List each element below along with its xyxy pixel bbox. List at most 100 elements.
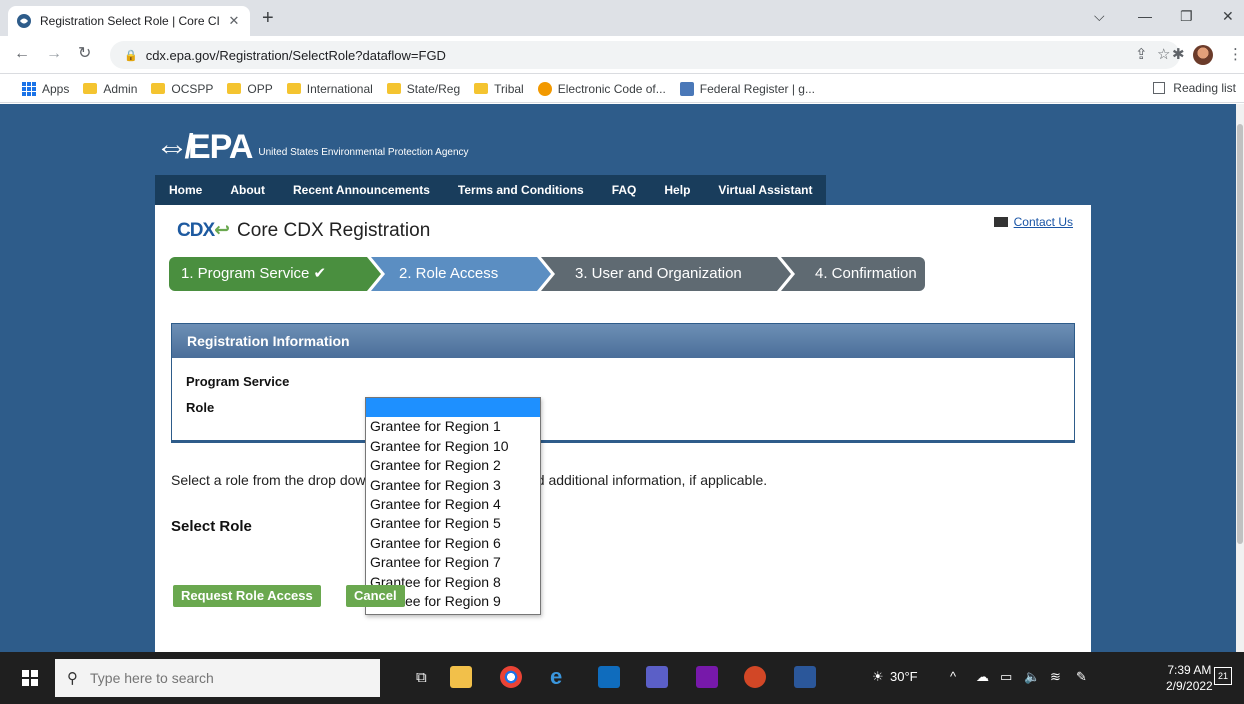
back-arrow-icon[interactable]: ← (14, 46, 30, 62)
nav-faq[interactable]: FAQ (598, 175, 651, 205)
epa-logo[interactable]: ⇎EPA United States Environmental Protect… (155, 128, 469, 166)
scrollbar-thumb[interactable] (1237, 124, 1243, 544)
registration-information-panel: Registration Information Program Service… (171, 323, 1075, 443)
folder-icon (227, 83, 242, 94)
site-nav: Home About Recent Announcements Terms an… (155, 175, 827, 205)
windows-start-icon[interactable] (22, 670, 38, 686)
word-icon[interactable] (794, 666, 816, 688)
request-role-access-button[interactable]: Request Role Access (173, 585, 321, 607)
bookmarks-bar: Apps Admin OCSPP OPP International State… (0, 75, 1244, 103)
bookmark-ocspp[interactable]: OCSPP (151, 82, 213, 96)
reload-icon[interactable]: ↻ (78, 46, 91, 62)
tab-close-icon[interactable]: ✕ (226, 13, 242, 29)
outlook-icon[interactable] (598, 666, 620, 688)
nav-help[interactable]: Help (650, 175, 704, 205)
menu-kebab-icon[interactable]: ⋮ (1228, 47, 1243, 63)
federal-register-icon (679, 81, 694, 96)
restore-icon[interactable]: ❐ (1180, 8, 1193, 25)
tab-title: Registration Select Role | Core CI (40, 14, 220, 28)
close-window-icon[interactable]: ✕ (1222, 8, 1234, 25)
volume-icon[interactable]: 🔈 (1024, 669, 1040, 685)
tray-chevron-up-icon[interactable]: ^ (950, 669, 956, 684)
search-icon: ⚲ (67, 670, 78, 687)
epa-logo-subtitle: United States Environmental Protection A… (258, 147, 469, 158)
dropdown-option-region-1[interactable]: Grantee for Region 1 (366, 417, 540, 436)
battery-icon[interactable]: ▭ (1000, 669, 1012, 685)
contact-us-link[interactable]: Contact Us (1014, 215, 1073, 229)
page-title: CDX↩ Core CDX Registration (177, 219, 430, 242)
dropdown-option-region-4[interactable]: Grantee for Region 4 (366, 495, 540, 514)
taskbar-search[interactable]: ⚲ (55, 659, 380, 697)
epa-favicon-icon (17, 14, 31, 28)
address-bar[interactable]: 🔒 (110, 41, 1180, 69)
notification-center-icon[interactable]: 21 (1214, 667, 1232, 685)
browser-tab[interactable]: Registration Select Role | Core CI ✕ (8, 6, 250, 36)
weather-temperature[interactable]: 30°F (890, 669, 918, 684)
bookmark-opp[interactable]: OPP (227, 82, 273, 96)
teams-icon[interactable] (646, 666, 668, 688)
dropdown-option-region-10[interactable]: Grantee for Region 10 (366, 437, 540, 456)
registration-steps: 1. Program Service ✔ 2. Role Access 3. U… (169, 257, 925, 291)
dropdown-option-region-7[interactable]: Grantee for Region 7 (366, 553, 540, 572)
main-content: CDX↩ Core CDX Registration Contact Us 1.… (155, 205, 1091, 652)
task-view-icon[interactable]: ⧉ (416, 669, 427, 686)
powerpoint-icon[interactable] (744, 666, 766, 688)
bookmark-state-reg[interactable]: State/Reg (386, 82, 460, 96)
url-input[interactable] (145, 47, 946, 63)
contact-us[interactable]: Contact Us (993, 215, 1073, 229)
step-user-and-organization: 3. User and Organization (541, 257, 791, 291)
browser-tab-strip: Registration Select Role | Core CI ✕ + ⌵… (0, 0, 1244, 36)
profile-avatar[interactable] (1193, 45, 1213, 65)
ecfr-icon (537, 81, 552, 96)
internet-explorer-icon[interactable]: e (550, 666, 572, 688)
share-icon[interactable]: ⇪ (1135, 47, 1148, 63)
nav-about[interactable]: About (216, 175, 279, 205)
step-program-service: 1. Program Service ✔ (169, 257, 381, 291)
dropdown-option-region-6[interactable]: Grantee for Region 6 (366, 534, 540, 553)
bookmark-federal-register[interactable]: Federal Register | g... (679, 81, 815, 96)
bookmark-international[interactable]: International (286, 82, 373, 96)
dropdown-option-region-2[interactable]: Grantee for Region 2 (366, 456, 540, 475)
weather-icon[interactable]: ☀ (872, 669, 884, 685)
nav-home[interactable]: Home (155, 175, 216, 205)
onedrive-cloud-icon[interactable]: ☁ (976, 669, 989, 685)
role-label: Role (186, 400, 215, 415)
epa-logo-mark: ⇎EPA (155, 128, 253, 166)
bookmark-ecfr[interactable]: Electronic Code of... (537, 81, 666, 96)
page-viewport: ⇎EPA United States Environmental Protect… (0, 104, 1244, 652)
dropdown-option-region-5[interactable]: Grantee for Region 5 (366, 514, 540, 533)
clock-time: 7:39 AM (1167, 663, 1212, 677)
dropdown-option-blank[interactable] (366, 398, 540, 418)
bookmark-tribal[interactable]: Tribal (474, 82, 524, 96)
forward-arrow-icon[interactable]: → (46, 46, 62, 62)
bookmark-admin[interactable]: Admin (83, 82, 137, 96)
file-explorer-icon[interactable] (450, 666, 472, 688)
taskbar-clock[interactable]: 7:39 AM 2/9/2022 (1166, 662, 1213, 694)
nav-virtual-assistant[interactable]: Virtual Assistant (704, 175, 826, 205)
taskbar-search-input[interactable] (90, 670, 350, 686)
wifi-icon[interactable]: ≋ (1050, 669, 1061, 685)
cdx-logo: CDX↩ (177, 220, 230, 241)
bookmark-star-icon[interactable]: ☆ (1157, 47, 1170, 63)
tab-search-chevron-icon[interactable]: ⌵ (1094, 8, 1105, 25)
cancel-button[interactable]: Cancel (346, 585, 405, 607)
chrome-icon[interactable] (500, 666, 522, 688)
reading-list-icon (1153, 82, 1166, 94)
pen-icon[interactable]: ✎ (1076, 669, 1087, 685)
bookmark-apps[interactable]: Apps (22, 81, 69, 96)
onenote-icon[interactable] (696, 666, 718, 688)
page-scrollbar[interactable] (1236, 104, 1244, 652)
lock-icon: 🔒 (124, 49, 138, 62)
nav-terms-and-conditions[interactable]: Terms and Conditions (444, 175, 598, 205)
apps-grid-icon (22, 81, 36, 96)
dropdown-option-region-3[interactable]: Grantee for Region 3 (366, 476, 540, 495)
step-confirmation: 4. Confirmation (781, 257, 925, 291)
select-role-options-list: Grantee for Region 1 Grantee for Region … (365, 397, 541, 615)
nav-recent-announcements[interactable]: Recent Announcements (279, 175, 444, 205)
clock-date: 2/9/2022 (1166, 679, 1213, 693)
minimize-icon[interactable]: — (1138, 8, 1152, 24)
folder-icon (474, 83, 489, 94)
new-tab-button[interactable]: + (262, 8, 274, 28)
extensions-puzzle-icon[interactable]: ✱ (1172, 47, 1185, 63)
reading-list-button[interactable]: Reading list (1153, 81, 1236, 95)
